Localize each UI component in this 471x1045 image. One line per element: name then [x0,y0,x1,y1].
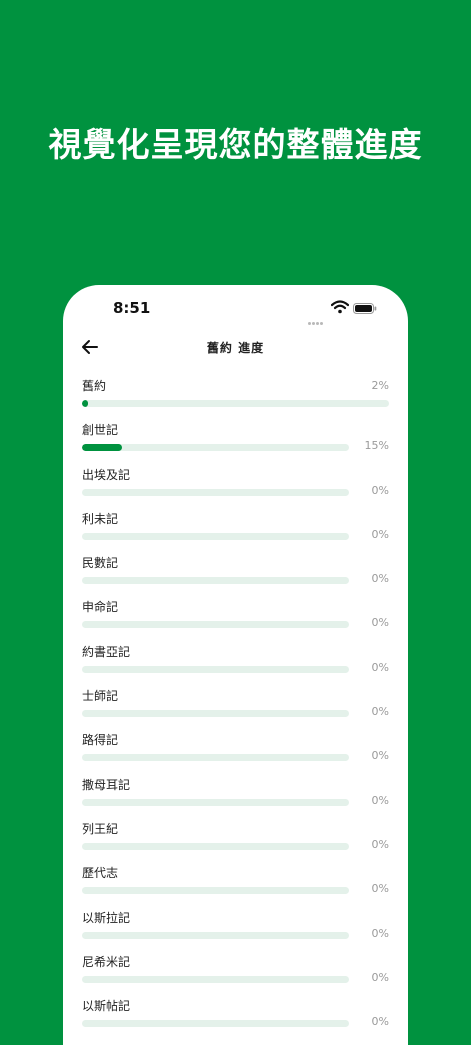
progress-track [82,488,349,496]
book-name: 撒母耳記 [82,777,131,792]
progress-percent: 0% [371,660,389,674]
list-item[interactable]: 舊約 2% [63,376,408,420]
book-name: 舊約 [82,379,107,393]
list-item[interactable]: 士師記 0% [63,686,408,730]
progress-track [82,931,349,939]
book-name: 約書亞記 [82,644,131,659]
book-name: 以斯帖記 [82,999,131,1014]
progress-percent: 2% [371,379,389,392]
list-item[interactable]: 撒母耳記 0% [63,775,408,819]
status-time: 8:51 [113,299,151,317]
book-progress-list: 舊約 2% 創世記 15% 出埃及記 0% 利未記 0% 民數記 0% 申命記 0% 約書亞記 0% 士師記… [63,376,408,1040]
battery-icon [353,303,377,314]
progress-percent: 0% [371,837,389,851]
progress-track [82,577,349,585]
book-name: 歷代志 [82,866,119,881]
progress-track [82,798,349,806]
book-name: 士師記 [82,689,119,704]
progress-percent: 0% [371,572,389,586]
progress-track [82,532,349,540]
list-item[interactable]: 創世記 15% [63,420,408,464]
list-item[interactable]: 出埃及記 0% [63,465,408,509]
status-bar: 8:51 [63,285,408,335]
list-item[interactable]: 列王紀 0% [63,819,408,863]
phone-screen: 8:51 舊約 進度 舊約 2% 創世記 15% 出埃及記 0% 利未記 0% 民數記 0% 申命記… [63,285,408,1045]
progress-fill [82,400,89,407]
progress-percent: 0% [371,616,389,630]
progress-track [82,710,349,718]
progress-percent: 0% [371,527,389,541]
progress-percent: 0% [371,483,389,497]
list-item[interactable]: 歷代志 0% [63,863,408,907]
promo-headline: 視覺化呈現您的整體進度 [48,125,423,164]
list-item[interactable]: 約書亞記 0% [63,642,408,686]
book-name: 尼希米記 [82,954,131,969]
progress-fill [82,444,123,452]
progress-track [82,621,349,629]
progress-percent: 0% [371,705,389,719]
list-item[interactable]: 申命記 0% [63,597,408,641]
signal-dots-icon [308,310,326,325]
progress-track [82,444,349,452]
progress-percent: 0% [371,1015,389,1029]
list-item[interactable]: 民數記 0% [63,553,408,597]
progress-track [82,887,349,895]
progress-track [82,665,349,673]
wifi-icon [331,300,349,314]
book-name: 創世記 [82,423,119,438]
progress-percent: 0% [371,926,389,940]
book-name: 列王紀 [82,821,119,836]
progress-percent: 15% [364,439,389,453]
book-name: 申命記 [82,600,119,615]
list-item[interactable]: 以斯拉記 0% [63,908,408,952]
progress-percent: 0% [371,793,389,807]
list-item[interactable]: 利未記 0% [63,509,408,553]
book-name: 出埃及記 [82,467,131,482]
progress-track [82,975,349,983]
progress-percent: 0% [371,970,389,984]
progress-percent: 0% [371,749,389,763]
progress-percent: 0% [371,882,389,896]
book-name: 民數記 [82,556,119,571]
nav-bar: 舊約 進度 [63,335,408,361]
progress-track [82,754,349,762]
list-item[interactable]: 路得記 0% [63,730,408,774]
book-name: 以斯拉記 [82,910,131,925]
book-name: 利未記 [82,511,119,526]
progress-track [82,842,349,850]
list-item[interactable]: 尼希米記 0% [63,952,408,996]
list-item[interactable]: 以斯帖記 0% [63,996,408,1040]
progress-track [82,400,389,407]
page-title: 舊約 進度 [206,341,265,355]
book-name: 路得記 [82,733,119,748]
